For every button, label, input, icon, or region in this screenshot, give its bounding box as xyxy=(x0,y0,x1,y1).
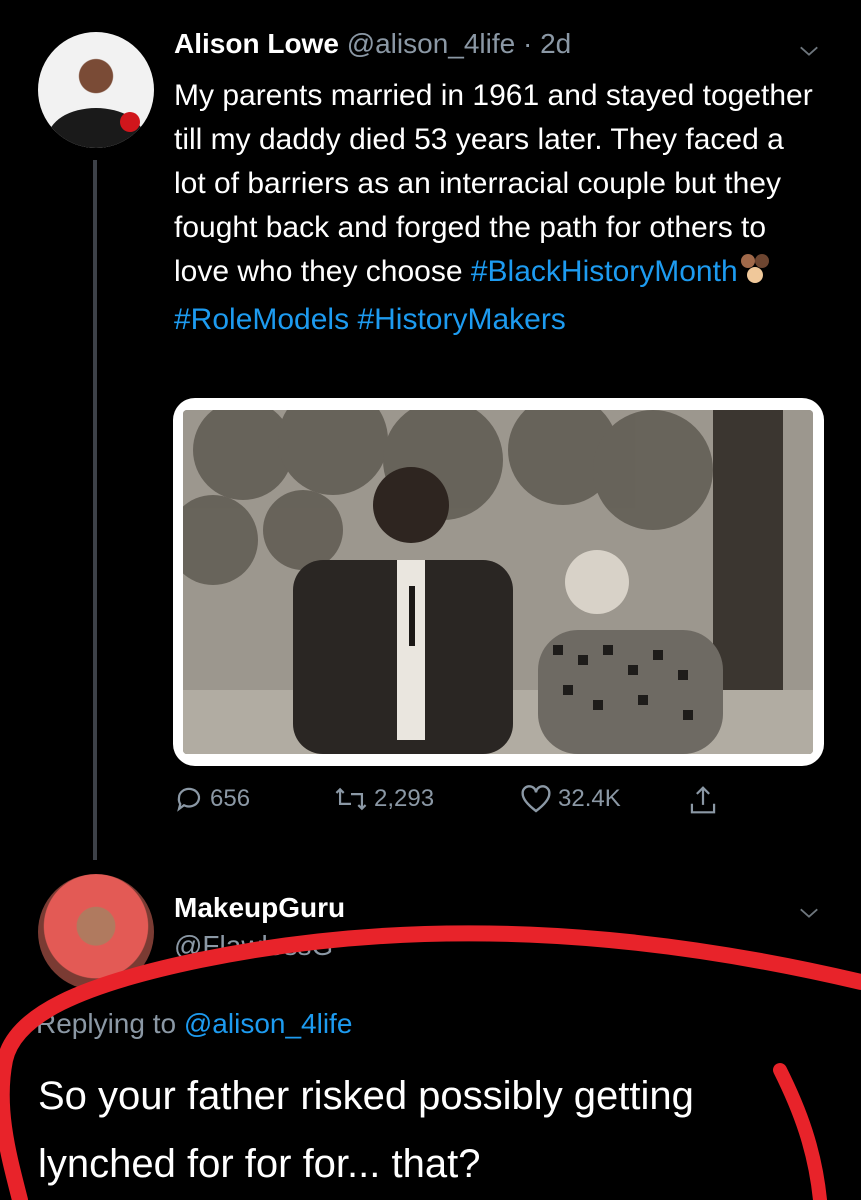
retweet-action[interactable]: 2,293 xyxy=(334,784,434,814)
author-name[interactable]: Alison Lowe xyxy=(174,28,339,59)
like-icon xyxy=(521,785,551,813)
avatar-alison[interactable] xyxy=(38,32,154,148)
vintage-couple-photo xyxy=(183,410,813,754)
reply-action[interactable]: 656 xyxy=(174,784,250,814)
author-handle[interactable]: @alison_4life xyxy=(347,28,516,59)
tweet-time[interactable]: · 2d xyxy=(523,28,571,59)
retweet-icon xyxy=(335,787,367,811)
reply-author-name[interactable]: MakeupGuru xyxy=(174,892,345,924)
tweet-header: Alison Lowe @alison_4life · 2d xyxy=(174,28,571,60)
replying-to-label: Replying to xyxy=(36,1008,184,1039)
replying-to: Replying to @alison_4life xyxy=(36,1008,352,1040)
poppy-icon xyxy=(120,112,140,132)
share-icon xyxy=(690,786,716,814)
reply-author-handle[interactable]: @FlawlessG xyxy=(174,930,333,962)
tweet-photo[interactable] xyxy=(173,398,824,766)
thread-line xyxy=(93,160,97,860)
raised-fist-emoji xyxy=(738,251,772,298)
tweet-text: My parents married in 1961 and stayed to… xyxy=(174,74,814,342)
chevron-down-icon[interactable] xyxy=(798,40,820,62)
reply-icon xyxy=(177,787,201,812)
like-action[interactable]: 32.4K xyxy=(520,784,621,814)
tweet-actions: 656 2,293 32.4K xyxy=(174,784,734,824)
share-action[interactable] xyxy=(688,784,718,816)
like-count: 32.4K xyxy=(558,785,621,812)
hashtag-blackhistorymonth[interactable]: #BlackHistoryMonth xyxy=(471,255,738,288)
avatar-makeupguru[interactable] xyxy=(38,874,154,990)
reply-text: So your father risked possibly getting l… xyxy=(38,1074,694,1186)
replying-to-handle[interactable]: @alison_4life xyxy=(184,1008,353,1039)
reply-count: 656 xyxy=(210,785,251,812)
hashtag-historymakers[interactable]: #HistoryMakers xyxy=(357,303,565,336)
chevron-down-icon[interactable] xyxy=(798,902,820,924)
retweet-count: 2,293 xyxy=(374,785,435,812)
hashtag-rolemodels[interactable]: #RoleModels xyxy=(174,303,349,336)
